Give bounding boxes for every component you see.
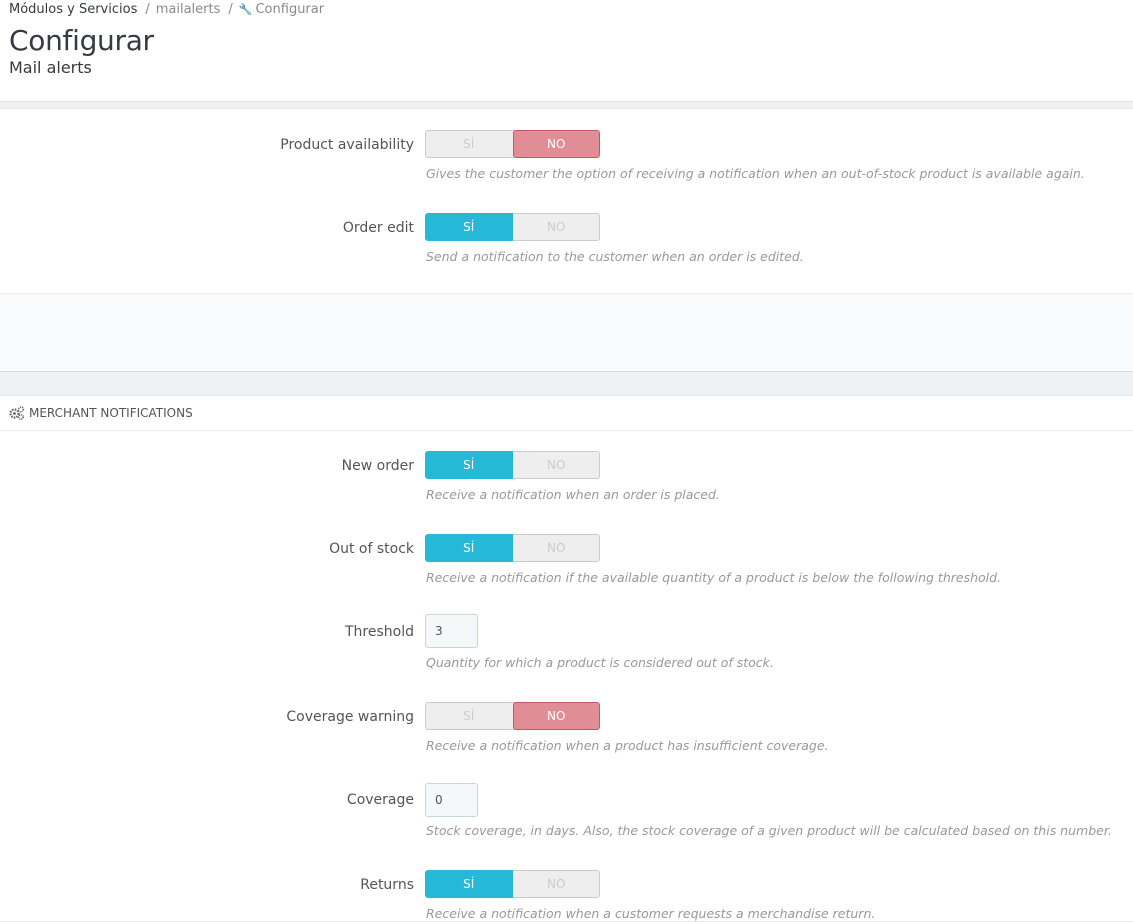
coverage-warning-label: Coverage warning — [286, 709, 414, 725]
threshold-input[interactable] — [425, 614, 478, 648]
new-order-help: Receive a notification when an order is … — [426, 487, 720, 502]
out-of-stock-label: Out of stock — [329, 541, 414, 557]
new-order-no-option[interactable]: NO — [513, 451, 601, 479]
returns-no-option[interactable]: NO — [513, 870, 601, 898]
panel-heading: MERCHANT NOTIFICATIONS — [0, 396, 1133, 431]
coverage-warning-switch[interactable]: SÍ NO — [425, 702, 600, 730]
panel-footer — [0, 293, 1133, 372]
returns-switch[interactable]: SÍ NO — [425, 870, 600, 898]
product-availability-switch[interactable]: SÍ NO — [425, 130, 600, 158]
order-edit-switch[interactable]: SÍ NO — [425, 213, 600, 241]
order-edit-no-option[interactable]: NO — [513, 213, 601, 241]
out-of-stock-help: Receive a notification if the available … — [426, 570, 1002, 585]
returns-label: Returns — [360, 877, 414, 893]
breadcrumb-current: Configurar — [255, 2, 325, 17]
merchant-notifications-panel: MERCHANT NOTIFICATIONS New order SÍ NO R… — [0, 395, 1133, 922]
product-availability-label: Product availability — [280, 137, 414, 153]
out-of-stock-switch[interactable]: SÍ NO — [425, 534, 600, 562]
breadcrumb: Módulos y Servicios / mailalerts / 🔧 Configur… — [9, 2, 324, 17]
returns-yes-option[interactable]: SÍ — [425, 870, 513, 898]
order-edit-label: Order edit — [342, 220, 414, 236]
coverage-warning-help: Receive a notification when a product ha… — [426, 738, 829, 753]
coverage-help: Stock coverage, in days. Also, the stock… — [426, 823, 1112, 838]
coverage-warning-no-option[interactable]: NO — [512, 702, 600, 730]
merchant-notifications-title: MERCHANT NOTIFICATIONS — [29, 406, 193, 420]
out-of-stock-yes-option[interactable]: SÍ — [425, 534, 513, 562]
product-availability-no-option[interactable]: NO — [512, 130, 600, 158]
threshold-label: Threshold — [345, 624, 414, 640]
product-availability-yes-option[interactable]: SÍ — [425, 130, 513, 158]
wrench-icon: 🔧 — [238, 3, 253, 16]
order-edit-help: Send a notification to the customer when… — [426, 249, 804, 264]
breadcrumb-mailalerts-link[interactable]: mailalerts — [156, 2, 221, 17]
order-edit-yes-option[interactable]: SÍ — [425, 213, 513, 241]
coverage-warning-yes-option[interactable]: SÍ — [425, 702, 513, 730]
page-title: Configurar — [9, 24, 154, 57]
breadcrumb-separator: / — [145, 2, 150, 17]
coverage-label: Coverage — [346, 792, 414, 808]
new-order-yes-option[interactable]: SÍ — [425, 451, 513, 479]
threshold-help: Quantity for which a product is consider… — [426, 655, 774, 670]
breadcrumb-modules-link[interactable]: Módulos y Servicios — [9, 2, 137, 17]
cogs-icon — [9, 406, 25, 420]
customer-notifications-panel: Product availability SÍ NO Gives the cus… — [0, 108, 1133, 294]
out-of-stock-no-option[interactable]: NO — [513, 534, 601, 562]
coverage-input[interactable] — [425, 783, 478, 817]
page-header: Módulos y Servicios / mailalerts / 🔧 Configur… — [0, 0, 1133, 102]
page-subtitle: Mail alerts — [9, 58, 92, 77]
returns-help: Receive a notification when a customer r… — [426, 906, 876, 921]
product-availability-help: Gives the customer the option of receivi… — [426, 166, 1085, 181]
breadcrumb-separator: / — [228, 2, 233, 17]
new-order-switch[interactable]: SÍ NO — [425, 451, 600, 479]
new-order-label: New order — [341, 458, 414, 474]
